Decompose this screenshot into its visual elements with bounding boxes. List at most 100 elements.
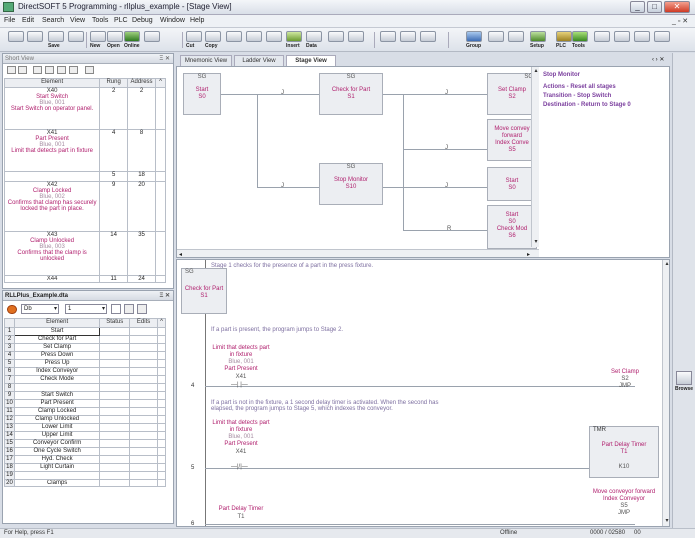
stage-box-s0[interactable]: SG Start S0 xyxy=(183,73,221,115)
view-toggle-icon[interactable] xyxy=(124,304,134,314)
menu-file[interactable]: File xyxy=(4,17,15,24)
stage-box-s6[interactable]: Start S0 Check Mod S6 xyxy=(487,205,537,249)
table-row[interactable]: X41 Part Present Blue, 001 Limit that detec… xyxy=(3,129,166,172)
toolbar-button-12[interactable] xyxy=(420,31,436,44)
close-button[interactable]: ✕ xyxy=(664,1,690,13)
cut-button[interactable]: Cut xyxy=(186,31,202,49)
filter-dropdown-2[interactable]: 1 ▾ xyxy=(65,304,107,314)
browse-icon[interactable] xyxy=(676,371,692,385)
jump-contact[interactable]: J xyxy=(445,90,448,96)
toolbar-button-7[interactable] xyxy=(266,31,282,44)
contact-x41[interactable]: —| |— xyxy=(231,382,248,388)
restore-button[interactable]: □ xyxy=(647,1,662,13)
table-row[interactable]: X43 Clamp Unlocked Blue, 003 Confirms that … xyxy=(3,231,166,276)
menu-search[interactable]: Search xyxy=(42,17,64,24)
group-button[interactable]: Group xyxy=(466,31,482,49)
stage-box-s5[interactable]: Move convey forward Index Conve S5 xyxy=(487,119,537,161)
reset-contact[interactable]: R xyxy=(447,226,451,232)
setup-button[interactable]: Setup xyxy=(530,31,546,49)
column-header-element[interactable]: Element xyxy=(3,78,101,88)
tab-ladder-view[interactable]: Ladder View xyxy=(234,55,284,66)
scroll-up-icon[interactable]: ▴ xyxy=(533,68,539,74)
jump-contact[interactable]: J xyxy=(281,90,284,96)
stage-box-s2[interactable]: SG Set Clamp S2 xyxy=(487,73,537,115)
ladder-vscroll[interactable]: ▴ ▾ xyxy=(662,260,669,526)
table-row[interactable]: 13 Lower Limit xyxy=(4,423,167,432)
save-button[interactable]: Save xyxy=(48,31,64,49)
timer-box[interactable]: TMR Part Delay Timer T1 K10 xyxy=(589,426,659,478)
table-row[interactable]: 1 Start xyxy=(4,327,167,336)
toolbar-button-5[interactable] xyxy=(226,31,242,44)
table-row[interactable]: 16 One Cycle Switch xyxy=(4,447,167,456)
table-row[interactable]: 10 Part Present xyxy=(4,399,167,408)
nav-last-icon[interactable] xyxy=(85,66,94,74)
tab-stage-view[interactable]: Stage View xyxy=(286,55,336,66)
menu-window[interactable]: Window xyxy=(160,17,185,24)
menu-edit[interactable]: Edit xyxy=(22,17,34,24)
column-header-address[interactable]: Address xyxy=(127,78,157,88)
toolbar-button-10[interactable] xyxy=(380,31,396,44)
insert-button[interactable]: Insert xyxy=(286,31,302,49)
stage-hscroll[interactable]: ◂ ▸ xyxy=(177,249,539,257)
toolbar-button-2[interactable] xyxy=(27,31,43,44)
data-button[interactable]: Data xyxy=(306,31,322,49)
table-row[interactable]: 7 Check Mode xyxy=(4,375,167,384)
table-row[interactable]: 6 Index Conveyor xyxy=(4,367,167,376)
table-row[interactable]: 11 Clamp Locked xyxy=(4,407,167,416)
toolbar-button-14[interactable] xyxy=(508,31,524,44)
table-row[interactable]: 4 Press Down xyxy=(4,351,167,360)
toolbar-button-13[interactable] xyxy=(488,31,504,44)
table-row[interactable]: 5 Press Up xyxy=(4,359,167,368)
menu-help[interactable]: Help xyxy=(190,17,204,24)
view-icon[interactable] xyxy=(18,66,27,74)
table-row[interactable]: 15 Conveyor Confirm xyxy=(4,439,167,448)
table-row[interactable]: 8 xyxy=(4,383,167,392)
menu-view[interactable]: View xyxy=(70,17,85,24)
column-header-edits[interactable]: Edits xyxy=(129,318,158,328)
view-toggle-icon[interactable] xyxy=(137,304,147,314)
plc-button[interactable]: PLC xyxy=(556,31,572,49)
toolbar-button-3[interactable] xyxy=(68,31,84,44)
table-row[interactable]: X42 Clamp Locked Blue, 002 Confirms that cl… xyxy=(3,181,166,232)
scroll-up-icon[interactable]: ▴ xyxy=(664,261,669,267)
view-icon[interactable] xyxy=(7,66,16,74)
table-row[interactable]: 18 Light Curtain xyxy=(4,463,167,472)
open-button[interactable]: Open xyxy=(107,31,123,49)
tools-button[interactable]: Tools xyxy=(572,31,588,49)
toolbar-button-18[interactable] xyxy=(654,31,670,44)
nav-first-icon[interactable] xyxy=(45,66,54,74)
stage-box-s1[interactable]: SG Check for Part S1 xyxy=(319,73,383,115)
table-row[interactable]: X44 11 24 xyxy=(3,275,166,283)
new-button[interactable]: New xyxy=(90,31,106,49)
column-header-status[interactable]: Status xyxy=(99,318,131,328)
toolbar-button-4[interactable] xyxy=(144,31,160,44)
table-row[interactable]: 19 xyxy=(4,471,167,480)
online-button[interactable]: Online xyxy=(124,31,140,49)
table-row[interactable]: X40 Start Switch Blue, 001 Start Switch on … xyxy=(3,87,166,130)
table-row[interactable]: 3 Set Clamp xyxy=(4,343,167,352)
column-header-rung[interactable]: Rung xyxy=(99,78,129,88)
filter-dropdown-1[interactable]: Db ▾ xyxy=(21,304,59,314)
copy-button[interactable]: Copy xyxy=(205,31,221,49)
toolbar-button-17[interactable] xyxy=(634,31,650,44)
menu-tools[interactable]: Tools xyxy=(92,17,108,24)
table-row[interactable]: 20 Clamps xyxy=(4,479,167,487)
scroll-down-icon[interactable]: ▾ xyxy=(664,518,669,524)
contact-x41-nc[interactable]: —|/|— xyxy=(231,464,248,470)
table-row[interactable]: 14 Upper Limit xyxy=(4,431,167,440)
toolbar-button-1[interactable] xyxy=(8,31,24,44)
pin-icon[interactable]: Ξ ✕ xyxy=(159,54,170,64)
tab-scroll-icon[interactable]: ‹ › ✕ xyxy=(652,56,664,63)
stage-box-s0-jump[interactable]: Start S0 xyxy=(487,167,537,201)
toolbar-button-16[interactable] xyxy=(614,31,630,44)
stage-vscroll[interactable]: ▴ ▾ xyxy=(531,67,539,247)
nav-next-icon[interactable] xyxy=(69,66,78,74)
toolbar-button-6[interactable] xyxy=(246,31,262,44)
table-row[interactable]: 2 Check for Part xyxy=(4,335,167,344)
toolbar-button-9[interactable] xyxy=(348,31,364,44)
toolbar-button-8[interactable] xyxy=(328,31,344,44)
print-icon[interactable] xyxy=(33,66,42,74)
scroll-left-icon[interactable]: ◂ xyxy=(179,251,182,257)
scroll-right-icon[interactable]: ▸ xyxy=(527,251,530,257)
table-row[interactable]: 5 18 xyxy=(3,171,166,182)
